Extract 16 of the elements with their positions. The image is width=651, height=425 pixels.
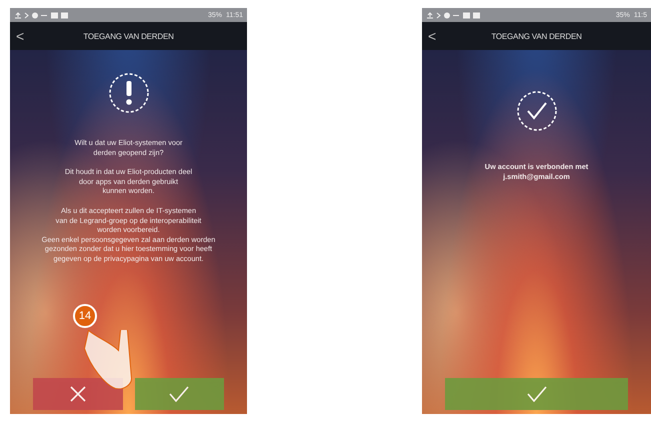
- pointing-hand-drawing: [84, 330, 132, 389]
- confirm-button[interactable]: [445, 378, 628, 410]
- close-icon: [70, 386, 86, 402]
- checkmark-icon: [526, 386, 546, 402]
- checkmark-icon: [516, 90, 558, 132]
- screen-title: TOEGANG VAN DERDEN: [82, 32, 175, 40]
- status-icons: [426, 12, 482, 18]
- cancel-button[interactable]: [33, 378, 122, 410]
- back-button[interactable]: <: [16, 28, 36, 44]
- step-badge: 14: [73, 304, 97, 328]
- confirm-button[interactable]: [134, 378, 224, 410]
- exclamation-icon: [108, 72, 150, 114]
- status-icons: [14, 12, 70, 18]
- screen-title: TOEGANG VAN DERDEN: [490, 32, 583, 40]
- back-button[interactable]: <: [428, 28, 448, 44]
- checkmark-icon: [169, 386, 190, 402]
